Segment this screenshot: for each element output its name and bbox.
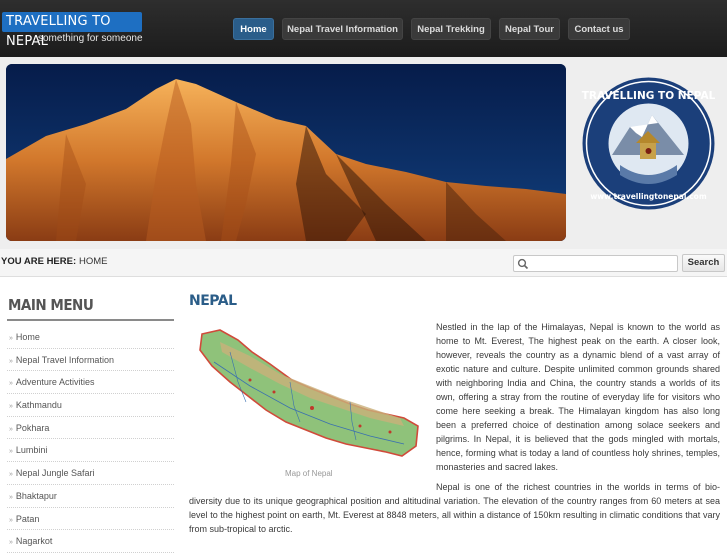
menu-arrow-icon: » [9,493,13,501]
search-input[interactable] [513,255,678,272]
map-caption: Map of Nepal [285,469,333,478]
intro-paragraph: Nestled in the lap of the Himalayas, Nep… [436,322,720,472]
menu-item-label: Patan [15,513,40,524]
menu-divider [7,319,174,321]
biodiversity-paragraph: Nepal is one of the richest countries in… [189,482,720,534]
menu-item-label: Adventure Activities [15,377,95,388]
menu-item-label: Nepal Travel Information [15,354,114,365]
travelling-to-nepal-badge: TRAVELLING TO NEPAL www.travellingtonepa… [580,75,717,212]
menu-item-patan[interactable]: » Patan [7,508,174,531]
banner: TRAVELLING TO NEPAL www.travellingtonepa… [0,57,727,249]
menu-arrow-icon: » [9,539,13,547]
nepal-map-image [190,322,428,482]
menu-item-adventure-activities[interactable]: » Adventure Activities [7,371,174,395]
breadcrumb-label: YOU ARE HERE: [1,256,77,267]
search-button[interactable]: Search [682,254,725,272]
menu-arrow-icon: » [9,516,13,524]
menu-arrow-icon: » [9,403,13,411]
menu-arrow-icon: » [9,357,13,365]
search-icon [517,258,529,270]
menu-item-label: Nepal Jungle Safari [15,468,95,479]
page-title: NEPAL [189,293,237,309]
menu-arrow-icon: » [9,425,13,433]
badge-text-bottom: www.travellingtonepal.com [590,192,707,201]
nav-nepal-trekking[interactable]: Nepal Trekking [411,18,491,40]
breadcrumb: YOU ARE HERE: HOME Search [0,249,727,277]
menu-item-lumbini[interactable]: » Lumbini [7,439,174,463]
site-tagline: something for someone [38,33,143,44]
menu-item-home[interactable]: » Home [7,326,174,349]
site-header: TRAVELLING TO NEPAL something for someon… [0,0,727,57]
nav-contact-us[interactable]: Contact us [568,18,630,40]
menu-item-nepal-travel-information[interactable]: » Nepal Travel Information [7,349,174,372]
main-menu-title: MAIN MENU [8,296,94,314]
nav-home[interactable]: Home [233,18,274,40]
menu-arrow-icon: » [9,335,13,342]
nav-nepal-tour[interactable]: Nepal Tour [499,18,560,40]
menu-arrow-icon: » [9,471,13,479]
badge-text-top: TRAVELLING TO NEPAL [582,90,716,102]
sidebar: MAIN MENU » Home » Nepal Travel Informatio… [0,278,180,553]
site-logo[interactable]: TRAVELLING TO NEPAL [2,12,142,49]
menu-item-label: Home [15,332,40,342]
menu-item-pokhara[interactable]: » Pokhara [7,417,174,440]
menu-item-label: Lumbini [15,445,48,456]
menu-item-kathmandu[interactable]: » Kathmandu [7,394,174,417]
menu-item-label: Pokhara [15,422,50,433]
mountain-banner-image [6,64,566,241]
breadcrumb-current[interactable]: HOME [79,256,108,267]
menu-item-label: Bhaktapur [15,490,57,501]
nav-nepal-travel-information[interactable]: Nepal Travel Information [282,18,403,40]
menu-item-label: Kathmandu [15,400,62,411]
menu-arrow-icon: » [9,448,13,456]
main-menu-list: » Home » Nepal Travel Information » Adventu… [7,326,174,553]
menu-item-bhaktapur[interactable]: » Bhaktapur [7,485,174,508]
menu-item-nagarkot[interactable]: » Nagarkot [7,530,174,553]
menu-item-nepal-jungle-safari[interactable]: » Nepal Jungle Safari [7,462,174,485]
menu-arrow-icon: » [9,380,13,388]
